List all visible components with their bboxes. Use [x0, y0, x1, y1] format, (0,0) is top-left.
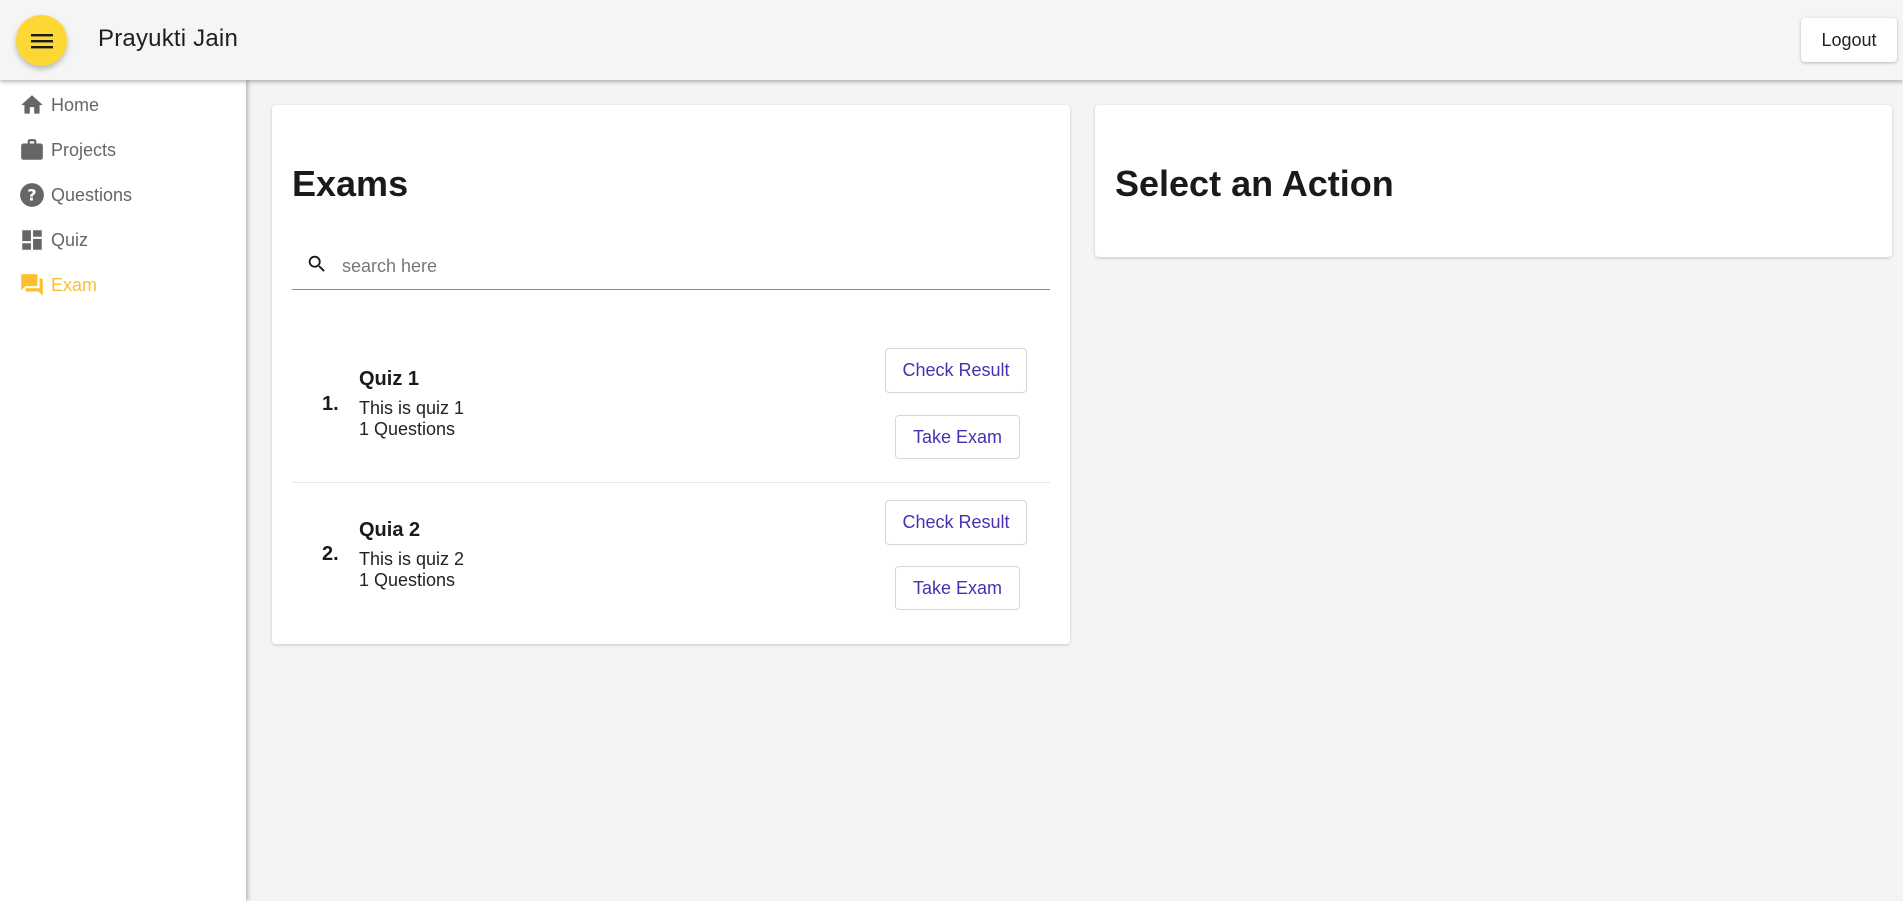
check-result-button[interactable]: Check Result	[885, 348, 1027, 393]
sidebar-item-label: Home	[51, 94, 100, 115]
list-item: 2. Quia 2 This is quiz 2 1 Questions Che…	[292, 485, 1050, 635]
take-exam-button[interactable]: Take Exam	[895, 566, 1020, 610]
home-icon	[19, 92, 45, 118]
user-name: Prayukti Jain	[98, 25, 238, 52]
quiz-description: This is quiz 2	[359, 549, 465, 569]
quiz-number: 1.	[322, 393, 339, 415]
sidebar-item-quiz[interactable]: Quiz	[19, 225, 88, 255]
quiz-question-count: 1 Questions	[359, 570, 456, 590]
forum-icon	[19, 272, 45, 298]
sidebar-item-questions[interactable]: ? Questions	[19, 180, 132, 210]
search-input[interactable]	[342, 251, 1032, 281]
quiz-title: Quia 2	[359, 519, 421, 541]
sidebar-item-label: Quiz	[51, 229, 89, 250]
dashboard-icon	[19, 227, 45, 253]
hamburger-menu-icon	[30, 33, 53, 48]
svg-text:?: ?	[27, 185, 36, 204]
quiz-title: Quiz 1	[359, 368, 420, 390]
app-bar: Prayukti Jain Logout	[0, 0, 1903, 80]
action-card: Select an Action	[1095, 105, 1892, 257]
sidebar-item-home[interactable]: Home	[19, 90, 99, 120]
search-bar	[292, 242, 1050, 290]
sidebar-item-label: Exam	[51, 274, 98, 295]
page-title: Exams	[292, 163, 409, 204]
exams-card: Exams 1. Quiz 1 This is quiz 1 1 Questio…	[272, 105, 1070, 644]
sidebar: Home Projects ? Questions Quiz Exam	[0, 80, 246, 901]
sidebar-item-exam[interactable]: Exam	[19, 270, 97, 300]
briefcase-icon	[19, 137, 45, 163]
quiz-number: 2.	[322, 543, 339, 565]
quiz-description: This is quiz 1	[359, 398, 465, 418]
search-icon	[308, 255, 325, 272]
sidebar-item-projects[interactable]: Projects	[19, 135, 116, 165]
action-title: Select an Action	[1115, 163, 1394, 204]
help-circle-icon: ?	[19, 182, 45, 208]
quiz-question-count: 1 Questions	[359, 419, 456, 439]
sidebar-item-label: Projects	[51, 139, 117, 160]
sidebar-item-label: Questions	[51, 184, 133, 205]
check-result-button[interactable]: Check Result	[885, 500, 1027, 545]
take-exam-button[interactable]: Take Exam	[895, 415, 1020, 459]
menu-button[interactable]	[16, 15, 67, 66]
list-item: 1. Quiz 1 This is quiz 1 1 Questions Che…	[292, 333, 1050, 483]
logout-button[interactable]: Logout	[1801, 18, 1897, 62]
